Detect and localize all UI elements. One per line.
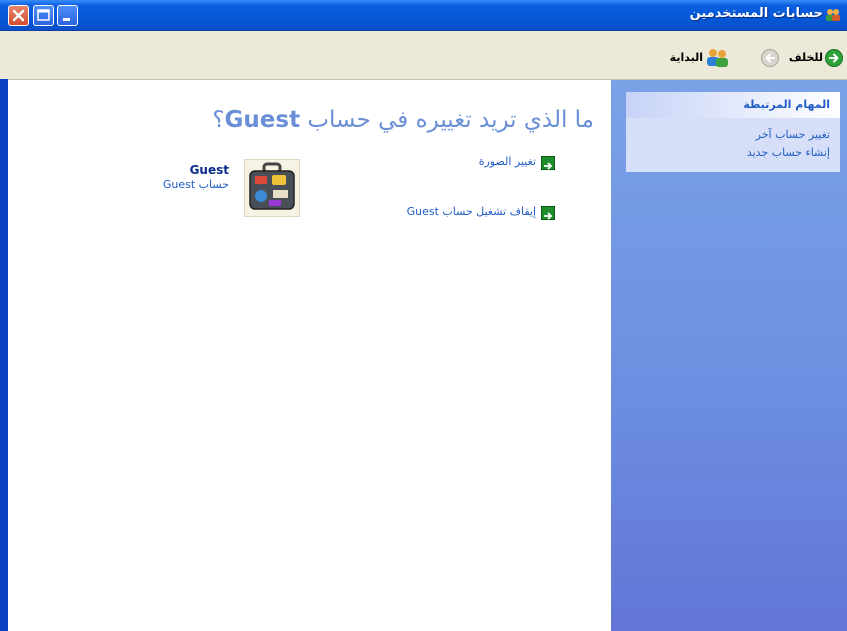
heading-account: Guest: [224, 107, 301, 133]
page-heading: ما الذي تريد تغييره في حساب Guest؟: [212, 107, 594, 133]
minimize-icon: [63, 18, 70, 21]
turn-off-guest-account-link[interactable]: إيقاف تشغيل حساب Guest: [407, 205, 536, 218]
home-button[interactable]: البداية: [670, 51, 703, 64]
change-picture-link[interactable]: تغيير الصورة: [479, 155, 536, 168]
back-arrow-icon[interactable]: [825, 49, 843, 67]
users-icon: [826, 9, 840, 21]
suitcase-icon: [249, 162, 295, 210]
window-title: حسابات المستخدمين: [689, 6, 823, 21]
related-tasks-title: المهام المرتبطة: [743, 98, 830, 111]
close-button[interactable]: [8, 5, 29, 26]
arrow-right-icon: [541, 156, 555, 170]
title-bar: حسابات المستخدمين: [0, 0, 847, 31]
avatar: [244, 159, 300, 217]
toolbar: للخلف البداية: [0, 31, 847, 80]
forward-arrow-icon[interactable]: [761, 49, 779, 67]
user-account-type: حساب Guest: [162, 178, 229, 191]
heading-suffix: ؟: [212, 107, 225, 133]
maximize-button[interactable]: [33, 5, 54, 26]
change-another-account-link[interactable]: تغيير حساب آخر: [756, 128, 830, 141]
arrow-right-icon: [541, 206, 555, 220]
create-new-account-link[interactable]: إنشاء حساب جديد: [747, 146, 830, 159]
maximize-icon: [37, 9, 50, 21]
related-tasks-box: المهام المرتبطة تغيير حساب آخر إنشاء حسا…: [626, 92, 840, 172]
task-pane: المهام المرتبطة تغيير حساب آخر إنشاء حسا…: [611, 80, 847, 631]
close-icon: [12, 9, 25, 22]
user-name: Guest: [189, 163, 229, 177]
window-frame-left: [0, 79, 8, 631]
minimize-button[interactable]: [57, 5, 78, 26]
users-home-icon[interactable]: [706, 48, 730, 68]
related-tasks-header: المهام المرتبطة: [626, 92, 840, 118]
back-button[interactable]: للخلف: [789, 51, 823, 64]
heading-prefix: ما الذي تريد تغييره في حساب: [307, 107, 594, 133]
